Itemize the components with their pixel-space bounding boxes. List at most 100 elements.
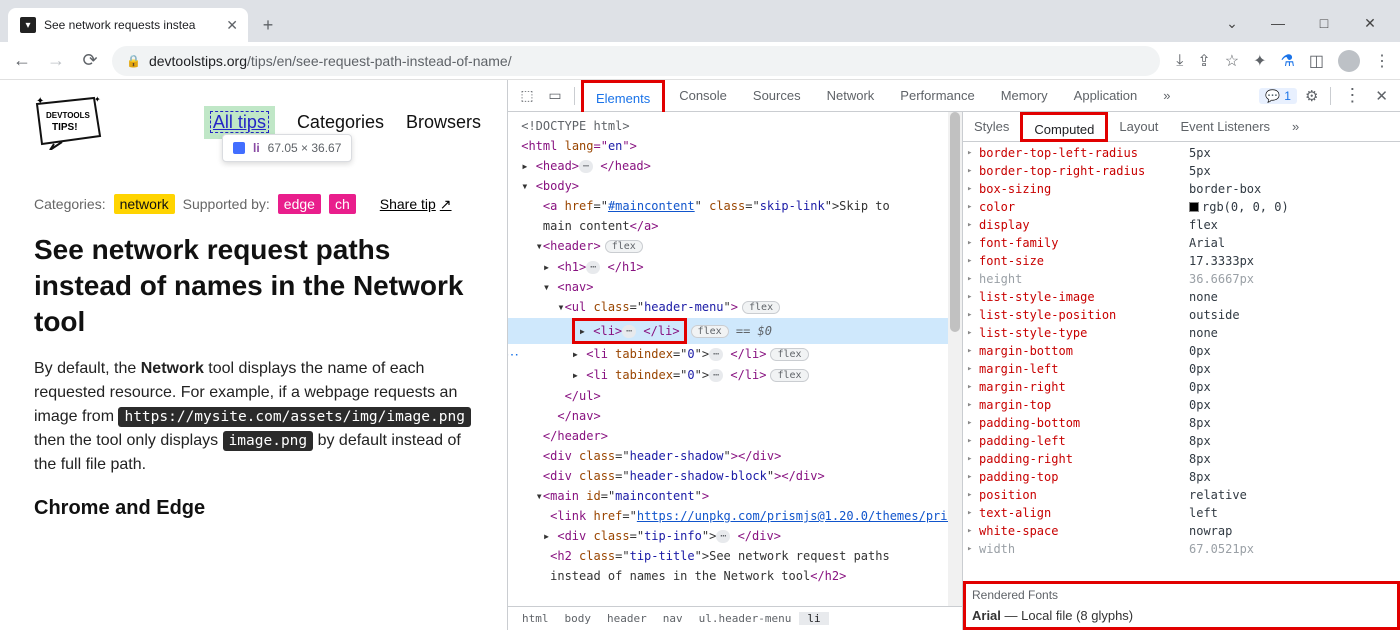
breadcrumb: html body header nav ul.header-menu li [508, 606, 962, 630]
device-toolbar-icon[interactable]: ▭ [542, 87, 568, 104]
computed-row[interactable]: ▸width67.0521px [963, 540, 1400, 558]
computed-row[interactable]: ▸padding-top8px [963, 468, 1400, 486]
labs-icon[interactable]: ⚗ [1281, 51, 1295, 71]
computed-row[interactable]: ▸height36.6667px [963, 270, 1400, 288]
forward-button: → [44, 50, 68, 71]
dom-tree[interactable]: <!DOCTYPE html> <html lang="en"> ▸ <head… [508, 112, 962, 606]
computed-row[interactable]: ▸padding-right8px [963, 450, 1400, 468]
issues-badge[interactable]: 💬 1 [1259, 88, 1297, 104]
crumb-nav[interactable]: nav [655, 612, 691, 625]
computed-row[interactable]: ▸margin-right0px [963, 378, 1400, 396]
computed-row[interactable]: ▸padding-bottom8px [963, 414, 1400, 432]
favicon: ▾ [20, 17, 36, 33]
tab-performance[interactable]: Performance [888, 80, 986, 112]
omnibox[interactable]: 🔒 devtoolstips.org/tips/en/see-request-p… [112, 46, 1160, 76]
selection-indicator-icon: ⋯ [508, 346, 520, 363]
section-heading: Chrome and Edge [34, 497, 481, 520]
maximize-button[interactable]: □ [1310, 15, 1338, 32]
back-button[interactable]: ← [10, 50, 34, 71]
tab-event-listeners[interactable]: Event Listeners [1169, 112, 1281, 142]
computed-row[interactable]: ▸padding-left8px [963, 432, 1400, 450]
computed-row[interactable]: ▸list-style-imagenone [963, 288, 1400, 306]
tab-layout[interactable]: Layout [1108, 112, 1169, 142]
tab-sources[interactable]: Sources [741, 80, 813, 112]
share-tip-link[interactable]: Share tip ↗ [380, 196, 452, 213]
profile-icon[interactable] [1338, 50, 1360, 72]
inspect-element-icon[interactable]: ⬚ [514, 87, 540, 104]
install-icon[interactable]: ⤓ [1176, 52, 1183, 70]
computed-row[interactable]: ▸colorrgb(0, 0, 0) [963, 198, 1400, 216]
share-icon[interactable]: ⇪ [1197, 51, 1210, 71]
crumb-body[interactable]: body [557, 612, 600, 625]
computed-row[interactable]: ▸list-style-positionoutside [963, 306, 1400, 324]
devtools-toolbar: ⬚ ▭ Elements Console Sources Network Per… [508, 80, 1400, 112]
styles-tabs-more-icon[interactable]: » [1281, 112, 1310, 142]
close-window-button[interactable]: ✕ [1356, 15, 1384, 32]
computed-row[interactable]: ▸box-sizingborder-box [963, 180, 1400, 198]
svg-text:✦: ✦ [36, 96, 44, 107]
extensions-icon[interactable]: ✦ [1253, 51, 1266, 71]
titlebar: ▾ See network requests instea ✕ + ⌄ — □ … [0, 0, 1400, 42]
computed-row[interactable]: ▸margin-left0px [963, 360, 1400, 378]
address-bar: ← → ⟳ 🔒 devtoolstips.org/tips/en/see-req… [0, 42, 1400, 80]
devtools-menu-icon[interactable]: ⋮ [1343, 85, 1361, 106]
devtools: ⬚ ▭ Elements Console Sources Network Per… [508, 80, 1400, 630]
url-host: devtoolstips.org [149, 53, 247, 69]
styles-tabs: Styles Computed Layout Event Listeners » [963, 112, 1400, 142]
category-badge[interactable]: network [114, 194, 175, 214]
computed-row[interactable]: ▸list-style-typenone [963, 324, 1400, 342]
computed-row[interactable]: ▸border-top-right-radius5px [963, 162, 1400, 180]
settings-icon[interactable]: ⚙ [1305, 87, 1318, 105]
svg-text:TIPS!: TIPS! [52, 122, 78, 133]
browser-badge-chrome[interactable]: ch [329, 194, 356, 214]
computed-row[interactable]: ▸white-spacenowrap [963, 522, 1400, 540]
crumb-html[interactable]: html [514, 612, 557, 625]
grid-icon [233, 142, 245, 154]
lock-icon[interactable]: 🔒 [126, 54, 141, 68]
toolbar-actions: ⤓ ⇪ ☆ ✦ ⚗ ◫ ⋮ [1170, 50, 1390, 72]
computed-row[interactable]: ▸text-alignleft [963, 504, 1400, 522]
browser-badge-edge[interactable]: edge [278, 194, 321, 214]
computed-row[interactable]: ▸positionrelative [963, 486, 1400, 504]
crumb-header[interactable]: header [599, 612, 655, 625]
computed-row[interactable]: ▸border-top-left-radius5px [963, 144, 1400, 162]
inspect-tooltip: li 67.05 × 36.67 [222, 134, 352, 162]
tabs-more-icon[interactable]: » [1151, 80, 1182, 112]
nav-categories[interactable]: Categories [297, 112, 384, 133]
computed-row[interactable]: ▸font-size17.3333px [963, 252, 1400, 270]
chrome-menu-icon[interactable]: ⋮ [1374, 51, 1390, 71]
nav-browsers[interactable]: Browsers [406, 112, 481, 133]
tooltip-dims: 67.05 × 36.67 [268, 141, 342, 155]
tab-computed[interactable]: Computed [1020, 112, 1108, 142]
crumb-ul[interactable]: ul.header-menu [691, 612, 800, 625]
site-logo[interactable]: DEVTOOLSTIPS!✦✦ [34, 94, 104, 150]
tab-console[interactable]: Console [667, 80, 739, 112]
sidepanel-icon[interactable]: ◫ [1309, 51, 1324, 71]
computed-row[interactable]: ▸margin-top0px [963, 396, 1400, 414]
tab-memory[interactable]: Memory [989, 80, 1060, 112]
categories-row: Categories: network Supported by: edge c… [34, 194, 481, 214]
minimize-button[interactable]: — [1264, 15, 1292, 32]
svg-text:✦: ✦ [94, 95, 101, 104]
computed-row[interactable]: ▸font-familyArial [963, 234, 1400, 252]
browser-tab[interactable]: ▾ See network requests instea ✕ [8, 8, 248, 42]
supported-label: Supported by: [183, 196, 270, 212]
crumb-li[interactable]: li [799, 612, 828, 625]
tab-elements[interactable]: Elements [581, 80, 665, 112]
tab-close-icon[interactable]: ✕ [226, 17, 238, 34]
devtools-close-icon[interactable]: ✕ [1369, 87, 1394, 105]
scrollbar[interactable] [948, 112, 962, 606]
computed-row[interactable]: ▸displayflex [963, 216, 1400, 234]
reload-button[interactable]: ⟳ [78, 50, 102, 71]
computed-row[interactable]: ▸margin-bottom0px [963, 342, 1400, 360]
bookmark-icon[interactable]: ☆ [1225, 51, 1239, 71]
styles-pane: Styles Computed Layout Event Listeners »… [963, 112, 1400, 630]
tab-styles[interactable]: Styles [963, 112, 1020, 142]
chevron-down-icon[interactable]: ⌄ [1218, 15, 1246, 32]
tab-network[interactable]: Network [815, 80, 887, 112]
computed-properties[interactable]: ▸border-top-left-radius5px▸border-top-ri… [963, 142, 1400, 584]
page-title: See network request paths instead of nam… [34, 232, 481, 339]
new-tab-button[interactable]: + [254, 11, 282, 39]
webpage-content: DEVTOOLSTIPS!✦✦ All tips Categories Brow… [0, 80, 508, 630]
tab-application[interactable]: Application [1062, 80, 1150, 112]
